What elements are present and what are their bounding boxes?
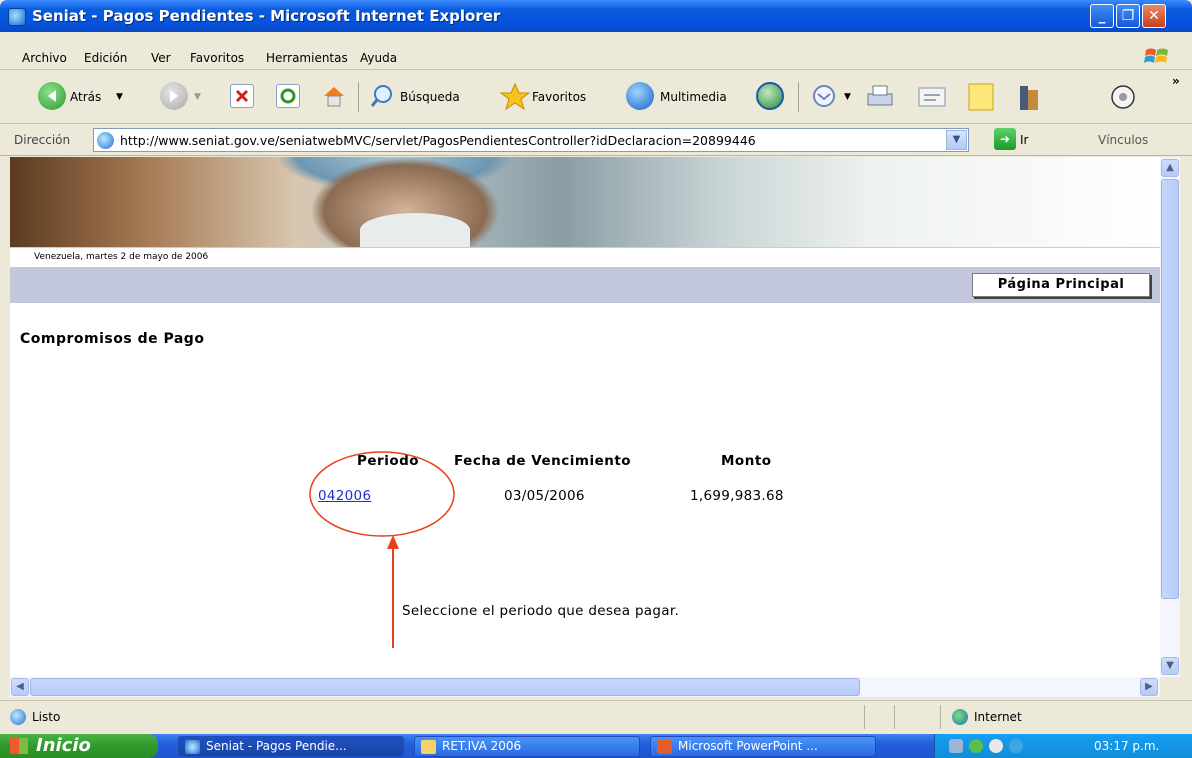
window-title: Seniat - Pagos Pendientes - Microsoft In… — [32, 7, 501, 25]
research-icon[interactable] — [1014, 82, 1042, 110]
pointer-arrow-head — [387, 535, 399, 549]
vertical-scroll-thumb[interactable] — [1161, 179, 1179, 599]
links-label[interactable]: Vínculos — [1098, 133, 1148, 147]
mail-icon[interactable] — [812, 82, 840, 110]
media-icon[interactable] — [626, 82, 654, 110]
forward-dropdown-icon[interactable]: ▼ — [194, 92, 201, 102]
media-button-label[interactable]: Multimedia — [660, 90, 727, 104]
taskbar-item-seniat[interactable]: Seniat - Pagos Pendie... — [178, 736, 404, 757]
start-button[interactable]: Inicio — [0, 734, 158, 758]
horizontal-scroll-thumb[interactable] — [30, 678, 860, 696]
start-label: Inicio — [36, 735, 91, 756]
title-bar: Seniat - Pagos Pendientes - Microsoft In… — [0, 0, 1192, 32]
menu-favoritos[interactable]: Favoritos — [190, 51, 244, 65]
edit-icon[interactable] — [916, 82, 946, 110]
clock: 03:17 p.m. — [1094, 739, 1160, 753]
toolbar: Atrás ▼ ▼ Búsqueda Favoritos Multimedia — [0, 70, 1192, 124]
address-label: Dirección — [14, 133, 71, 147]
security-zone: Internet — [974, 710, 1022, 724]
stop-icon[interactable] — [230, 84, 254, 108]
go-arrow-icon[interactable]: ➜ — [994, 128, 1016, 150]
connection-icon[interactable] — [1009, 739, 1023, 753]
annotation-overlay — [309, 451, 455, 648]
menu-ayuda[interactable]: Ayuda — [360, 51, 397, 65]
address-url[interactable]: http://www.seniat.gov.ve/seniatwebMVC/se… — [120, 133, 756, 148]
scroll-right-icon[interactable]: ▶ — [1140, 678, 1158, 696]
mail-dropdown-icon[interactable]: ▼ — [844, 92, 851, 102]
menu-herramientas[interactable]: Herramientas — [266, 51, 348, 65]
print-icon[interactable] — [864, 82, 893, 110]
powerpoint-icon — [657, 740, 672, 754]
status-separator — [940, 705, 941, 729]
volume-icon[interactable] — [989, 739, 1003, 753]
back-dropdown-icon[interactable]: ▼ — [116, 92, 123, 102]
scroll-left-icon[interactable]: ◀ — [11, 678, 29, 696]
menu-edicion[interactable]: Edición — [84, 51, 127, 65]
status-text: Listo — [32, 710, 61, 724]
ie-icon — [185, 740, 200, 754]
taskbar-item-label: Seniat - Pagos Pendie... — [206, 739, 347, 753]
highlight-ellipse — [309, 451, 455, 537]
ie-icon — [8, 8, 26, 26]
history-icon[interactable] — [756, 82, 784, 110]
status-separator — [894, 705, 895, 729]
forward-arrow-icon[interactable] — [160, 82, 188, 110]
taskbar-item-powerpoint[interactable]: Microsoft PowerPoint ... — [650, 736, 876, 757]
back-button-label[interactable]: Atrás — [70, 90, 101, 104]
windows-flag-icon — [10, 738, 28, 754]
page-content: Venezuela, martes 2 de mayo de 2006 Pági… — [10, 157, 1160, 677]
status-bar: Listo Internet — [0, 700, 1192, 732]
taskbar: Inicio Seniat - Pagos Pendie... RET.IVA … — [0, 734, 1192, 758]
vertical-scrollbar[interactable]: ▲ ▼ — [1160, 157, 1180, 677]
browser-window: Seniat - Pagos Pendientes - Microsoft In… — [0, 0, 1192, 758]
page-status-icon — [10, 709, 26, 725]
scroll-down-icon[interactable]: ▼ — [1161, 657, 1179, 675]
windows-logo-icon — [1144, 48, 1168, 63]
address-dropdown-icon[interactable]: ▼ — [946, 130, 967, 150]
messenger-icon[interactable] — [1108, 82, 1136, 110]
discuss-icon[interactable] — [966, 82, 994, 111]
menu-bar: Archivo Edición Ver Favoritos Herramient… — [0, 32, 1192, 70]
menu-ver[interactable]: Ver — [151, 51, 171, 65]
close-button[interactable]: ✕ — [1142, 4, 1166, 28]
search-icon[interactable] — [368, 82, 396, 110]
toolbar-separator — [358, 82, 359, 112]
menu-archivo[interactable]: Archivo — [22, 51, 67, 65]
toolbar-overflow-icon[interactable]: » — [1172, 74, 1180, 88]
go-button-label[interactable]: Ir — [1020, 133, 1028, 147]
status-icon[interactable] — [969, 739, 983, 753]
back-arrow-icon[interactable] — [38, 82, 66, 110]
taskbar-item-label: Microsoft PowerPoint ... — [678, 739, 818, 753]
folder-icon — [421, 740, 436, 754]
favorites-button-label[interactable]: Favoritos — [532, 90, 586, 104]
scroll-up-icon[interactable]: ▲ — [1161, 159, 1179, 177]
network-icon[interactable] — [949, 739, 963, 753]
search-button-label[interactable]: Búsqueda — [400, 90, 460, 104]
favorites-star-icon[interactable] — [499, 82, 531, 111]
refresh-icon[interactable] — [276, 84, 300, 108]
toolbar-separator — [798, 82, 799, 112]
internet-zone-icon — [952, 709, 968, 725]
minimize-button[interactable]: _ — [1090, 4, 1114, 28]
status-separator — [864, 705, 865, 729]
taskbar-item-label: RET.IVA 2006 — [442, 739, 522, 753]
home-icon[interactable] — [320, 82, 348, 110]
instruction-text: Seleccione el periodo que desea pagar. — [402, 603, 680, 619]
maximize-button[interactable]: ❐ — [1116, 4, 1140, 28]
address-input[interactable]: http://www.seniat.gov.ve/seniatwebMVC/se… — [93, 128, 969, 152]
page-icon — [97, 132, 114, 149]
horizontal-scrollbar[interactable]: ◀ ▶ — [10, 677, 1160, 697]
taskbar-item-folder[interactable]: RET.IVA 2006 — [414, 736, 640, 757]
